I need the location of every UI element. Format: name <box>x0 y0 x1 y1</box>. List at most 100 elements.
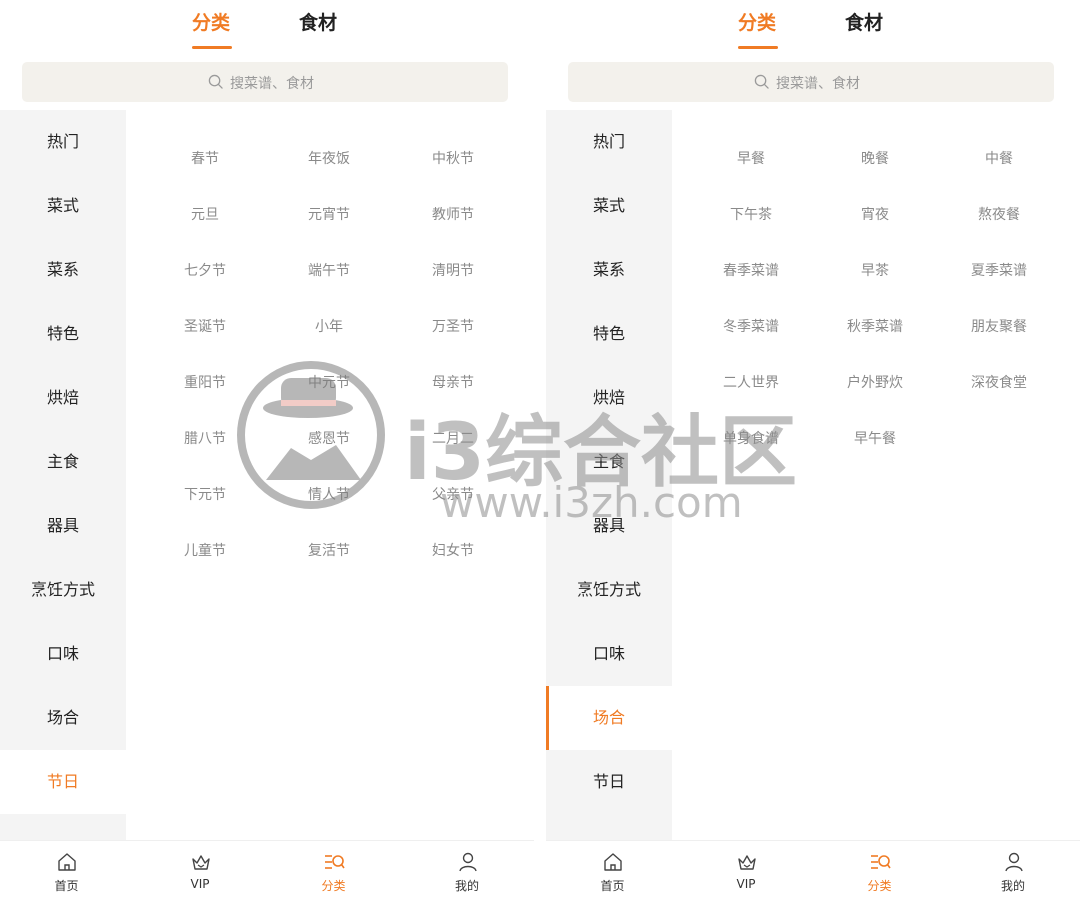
bottom-nav-item[interactable]: 分类 <box>267 841 400 898</box>
bottom-nav-item[interactable]: 首页 <box>546 841 679 898</box>
subcategory-item[interactable]: 元宵节 <box>267 200 391 230</box>
sidebar-item[interactable]: 口味 <box>0 622 126 686</box>
bottom-nav-label: 首页 <box>54 879 79 893</box>
bottom-nav-item[interactable]: 我的 <box>947 841 1080 898</box>
subcategory-item[interactable]: 早茶 <box>813 256 937 286</box>
subcategory-item[interactable]: 下午茶 <box>689 200 813 230</box>
sidebar-item-label: 口味 <box>592 644 625 663</box>
subcategory-item[interactable]: 宵夜 <box>813 200 937 230</box>
sidebar-item[interactable]: 节日 <box>0 750 126 814</box>
sidebar-item[interactable]: 节日 <box>546 750 672 814</box>
subcategory-item[interactable]: 教师节 <box>391 200 515 230</box>
sidebar-item-label: 器具 <box>592 516 625 535</box>
sidebar-item[interactable]: 热门 <box>546 110 672 174</box>
category-sidebar: 热门菜式 菜系特色烘焙 主食 器具 烹饪方式 口味场合节日 <box>0 110 126 840</box>
crown-icon <box>736 851 758 873</box>
subcategory-item[interactable]: 户外野炊 <box>813 368 937 398</box>
category-screen-right: 分类 食材 搜菜谱、食材 热门菜式 菜系特色烘焙主食器具烹饪方式口味场合节日 早餐… <box>546 0 1080 898</box>
subcategory-item[interactable]: 晚餐 <box>813 144 937 174</box>
sidebar-item-label: 特色 <box>46 324 79 343</box>
search-placeholder: 搜菜谱、食材 <box>776 76 860 92</box>
sidebar-item-label: 场合 <box>46 708 79 727</box>
sidebar-item[interactable]: 烘焙 <box>0 366 126 430</box>
category-icon <box>869 851 891 873</box>
subcategory-item[interactable]: 中餐 <box>937 144 1061 174</box>
sidebar-item-label: 热门 <box>46 132 79 151</box>
subcategory-item[interactable]: 秋季菜谱 <box>813 312 937 342</box>
subcategory-item[interactable]: 清明节 <box>391 256 515 286</box>
subcategory-item[interactable]: 妇女节 <box>391 536 515 566</box>
bottom-nav: 首页 VIP 分类 我的 <box>546 840 1080 898</box>
subcategory-item[interactable]: 年夜饭 <box>267 144 391 174</box>
sidebar-item[interactable]: 菜系 <box>546 238 672 302</box>
subcategory-item[interactable]: 母亲节 <box>391 368 515 398</box>
sidebar-item[interactable]: 菜系 <box>0 238 126 302</box>
sidebar-item[interactable]: 烹饪方式 <box>546 558 672 622</box>
sidebar-item-label: 主食 <box>592 452 625 471</box>
sidebar-item-label: 热门 <box>592 132 625 151</box>
subcategory-item[interactable]: 端午节 <box>267 256 391 286</box>
subcategory-item[interactable]: 二月二 <box>391 424 515 454</box>
subcategory-item[interactable]: 春节 <box>143 144 267 174</box>
subcategory-item[interactable]: 熬夜餐 <box>937 200 1061 230</box>
subcategory-item[interactable]: 早午餐 <box>813 424 937 454</box>
subcategory-item[interactable]: 腊八节 <box>143 424 267 454</box>
search-input[interactable]: 搜菜谱、食材 <box>22 62 508 102</box>
subcategory-item[interactable]: 七夕节 <box>143 256 267 286</box>
subcategory-item[interactable]: 朋友聚餐 <box>937 312 1061 342</box>
sidebar-item-label: 节日 <box>592 772 625 791</box>
sidebar-item[interactable]: 主食 <box>546 430 672 494</box>
sidebar-item[interactable]: 场合 <box>0 686 126 750</box>
tab-underline <box>738 46 778 49</box>
top-tabs: 分类 食材 <box>0 0 534 50</box>
subcategory-item[interactable]: 单身食谱 <box>689 424 813 454</box>
sidebar-item[interactable]: 场合 <box>546 686 672 750</box>
bottom-nav-label: VIP <box>736 877 756 891</box>
tab-ingredients[interactable]: 食材 <box>299 8 337 35</box>
subcategory-item[interactable]: 深夜食堂 <box>937 368 1061 398</box>
subcategory-item[interactable]: 圣诞节 <box>143 312 267 342</box>
subcategory-item[interactable]: 复活节 <box>267 536 391 566</box>
sidebar-item[interactable]: 特色 <box>546 302 672 366</box>
sidebar-item[interactable]: 口味 <box>546 622 672 686</box>
sidebar-item-label: 特色 <box>592 324 625 343</box>
bottom-nav-item[interactable]: VIP <box>680 841 813 898</box>
sidebar-item[interactable]: 器具 <box>0 494 126 558</box>
bottom-nav-item[interactable]: 首页 <box>0 841 133 898</box>
subcategory-item[interactable]: 感恩节 <box>267 424 391 454</box>
tab-category[interactable]: 分类 <box>738 8 776 35</box>
search-input[interactable]: 搜菜谱、食材 <box>568 62 1054 102</box>
bottom-nav-item[interactable]: 我的 <box>401 841 534 898</box>
subcategory-item[interactable]: 中元节 <box>267 368 391 398</box>
subcategory-item[interactable]: 情人节 <box>267 480 391 510</box>
sidebar-item[interactable]: 器具 <box>546 494 672 558</box>
subcategory-item[interactable]: 重阳节 <box>143 368 267 398</box>
user-icon <box>457 851 479 873</box>
subcategory-grid: 早餐 晚餐 中餐下午茶 宵夜 熬夜餐春季菜谱 早茶 夏季菜谱冬季菜谱 秋季菜谱 朋友聚餐二人世界… <box>672 110 1080 840</box>
search-placeholder: 搜菜谱、食材 <box>230 76 314 92</box>
subcategory-item[interactable]: 夏季菜谱 <box>937 256 1061 286</box>
bottom-nav-item[interactable]: VIP <box>134 841 267 898</box>
sidebar-item[interactable]: 烹饪方式 <box>0 558 126 622</box>
tab-ingredients[interactable]: 食材 <box>845 8 883 35</box>
subcategory-item[interactable]: 中秋节 <box>391 144 515 174</box>
sidebar-item-label: 烘焙 <box>592 388 625 407</box>
subcategory-item[interactable]: 父亲节 <box>391 480 515 510</box>
sidebar-item[interactable]: 特色 <box>0 302 126 366</box>
subcategory-item[interactable]: 早餐 <box>689 144 813 174</box>
subcategory-item[interactable]: 儿童节 <box>143 536 267 566</box>
sidebar-item[interactable]: 热门 <box>0 110 126 174</box>
sidebar-item[interactable]: 菜式 <box>546 174 672 238</box>
sidebar-item[interactable]: 菜式 <box>0 174 126 238</box>
sidebar-item[interactable]: 主食 <box>0 430 126 494</box>
subcategory-item[interactable]: 万圣节 <box>391 312 515 342</box>
subcategory-item[interactable]: 下元节 <box>143 480 267 510</box>
bottom-nav-item[interactable]: 分类 <box>813 841 946 898</box>
subcategory-item[interactable]: 二人世界 <box>689 368 813 398</box>
subcategory-item[interactable]: 小年 <box>267 312 391 342</box>
subcategory-item[interactable]: 春季菜谱 <box>689 256 813 286</box>
subcategory-item[interactable]: 冬季菜谱 <box>689 312 813 342</box>
tab-category[interactable]: 分类 <box>192 8 230 35</box>
sidebar-item[interactable]: 烘焙 <box>546 366 672 430</box>
subcategory-item[interactable]: 元旦 <box>143 200 267 230</box>
